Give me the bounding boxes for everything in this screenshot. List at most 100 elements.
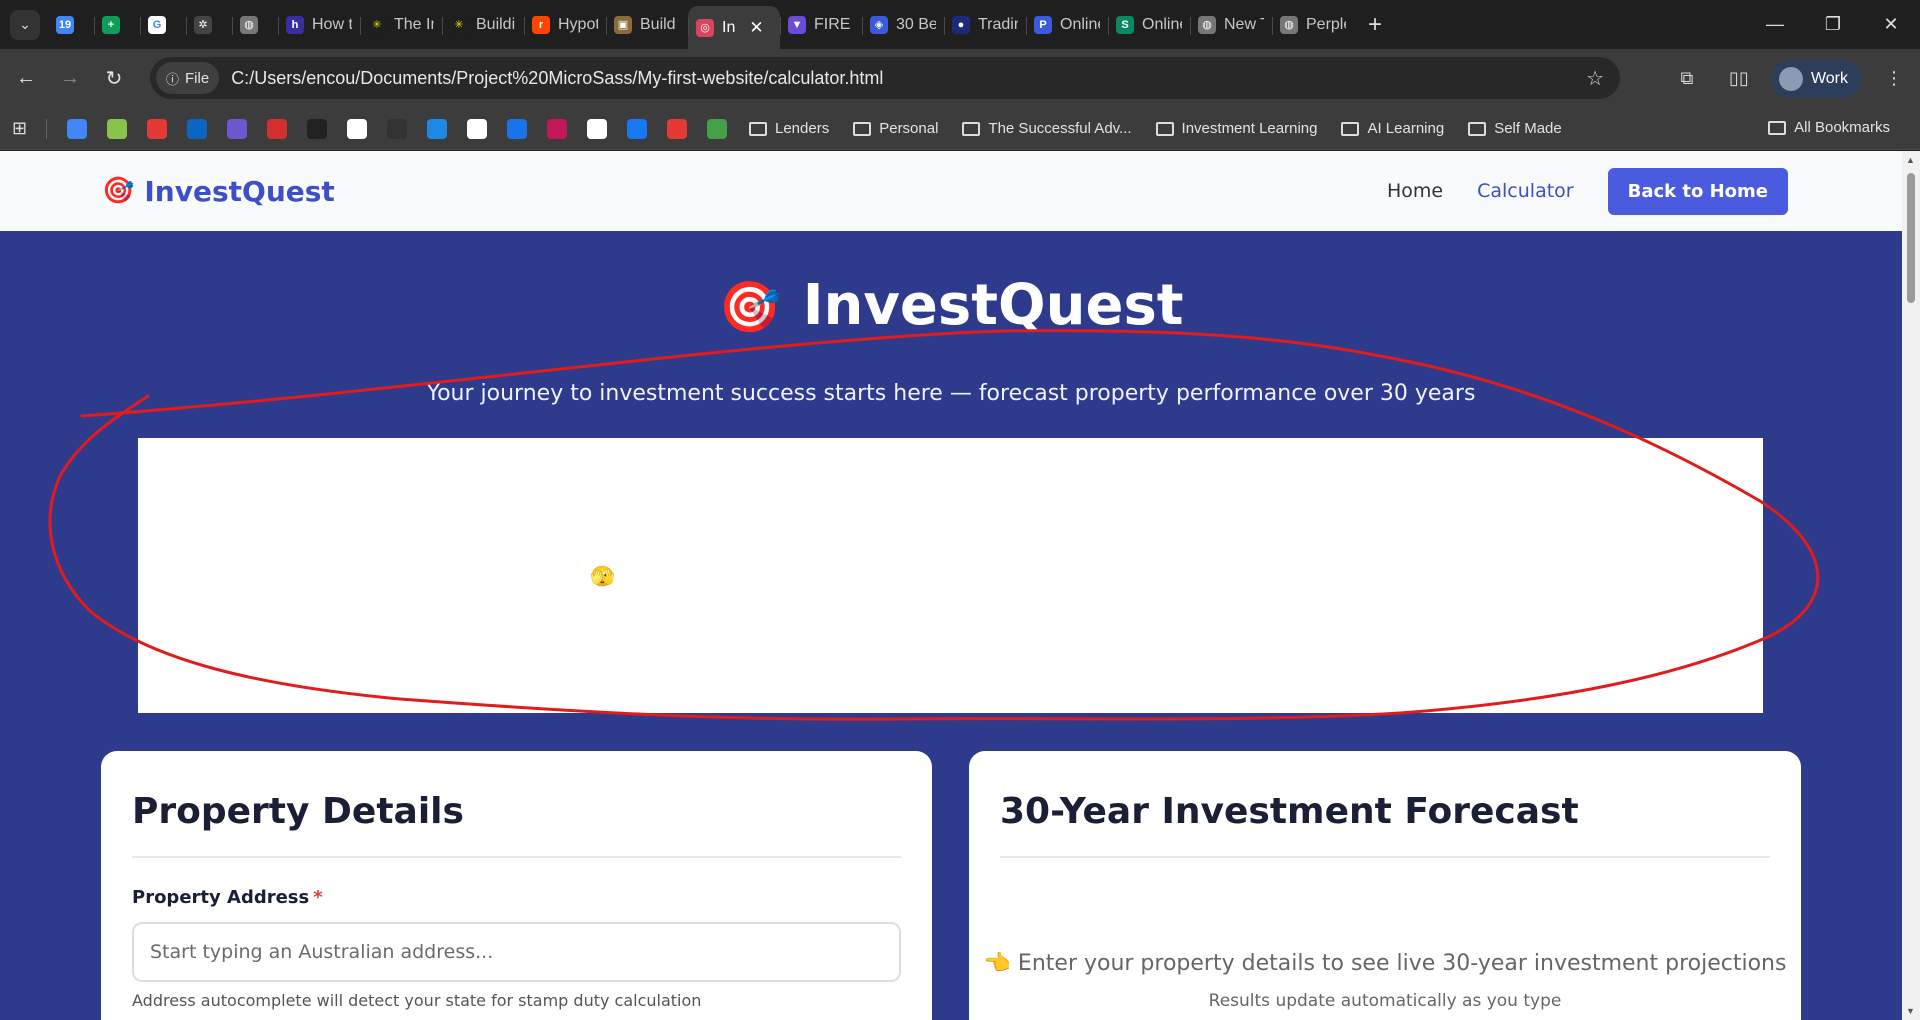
bookmark-favicon-icon[interactable] — [507, 118, 527, 139]
bookmark-folders: Lenders Personal The Successful Adv... Inve… — [737, 120, 1574, 137]
all-bookmarks-folder[interactable]: All Bookmarks — [1768, 119, 1890, 136]
tab-favicon-icon: G — [148, 15, 166, 34]
nav-home-link[interactable]: Home — [1387, 180, 1443, 202]
bookmark-folder[interactable]: Personal — [853, 120, 938, 137]
browser-tab[interactable]: h How t — [278, 5, 360, 45]
window-controls: — ❐ ✕ — [1746, 0, 1920, 49]
bookmark-favicon-icon[interactable] — [387, 118, 407, 139]
bookmark-favicon-icon[interactable] — [547, 118, 567, 139]
menu-icon[interactable]: ⋮ — [1874, 59, 1914, 99]
scroll-up-icon[interactable]: ▲ — [1906, 155, 1915, 165]
bookmark-folder-label: Personal — [879, 120, 939, 137]
address-hint: Address autocomplete will detect your st… — [132, 991, 702, 1010]
profile-label: Work — [1810, 69, 1848, 87]
back-arrow-icon[interactable]: ← — [8, 61, 44, 97]
browser-tab[interactable]: ◍ — [232, 5, 278, 45]
info-icon: ⓘ — [166, 71, 180, 87]
blank-content-box: 🫣 — [138, 438, 1763, 713]
browser-tab[interactable]: ● Tradin — [944, 5, 1026, 45]
tab-search-button[interactable]: ⌄ — [10, 9, 40, 40]
tab-active[interactable]: ◎ In ✕ — [688, 6, 780, 49]
address-bar[interactable]: ⓘ File C:/Users/encou/Documents/Project%… — [150, 57, 1620, 99]
site-info-chip[interactable]: ⓘ File — [156, 62, 220, 94]
bookmark-folder[interactable]: Lenders — [749, 120, 829, 137]
bookmark-folder-label: The Successful Adv... — [988, 120, 1132, 137]
tab-title: Tradin — [978, 15, 1018, 33]
extensions-icon[interactable]: ⧉ — [1667, 59, 1707, 99]
bookmark-favicon-icon[interactable] — [147, 118, 167, 139]
bookmark-folder[interactable]: The Successful Adv... — [962, 120, 1132, 137]
browser-tab-bar: ⌄ 19 + G ✲ ◍ h How t ✳ The In ✳ Buildin r Hypot ▣ Buil… — [0, 0, 1920, 49]
bookmark-favicon-icon[interactable] — [347, 118, 367, 139]
bookmark-favicon-icon[interactable] — [627, 118, 647, 139]
avatar — [1778, 66, 1803, 91]
reading-mode-icon[interactable]: ▯▯ — [1719, 59, 1759, 99]
tab-title: Online — [1142, 15, 1182, 33]
bookmark-favicon-icon[interactable] — [467, 118, 487, 139]
bookmark-favicon-icon[interactable] — [267, 118, 287, 139]
site-logo[interactable]: 🎯 InvestQuest — [102, 175, 335, 208]
browser-tab[interactable]: r Hypot — [524, 5, 606, 45]
forward-arrow-icon[interactable]: → — [52, 61, 88, 97]
browser-tab[interactable]: ▣ Build S — [606, 5, 688, 45]
tab-favicon-icon: ◍ — [1280, 15, 1298, 34]
tab-title: The In — [394, 15, 434, 33]
hero-title: 🎯 InvestQuest — [0, 273, 1902, 338]
bookmark-favicon-icon[interactable] — [107, 118, 127, 139]
bookmark-favicon-icon[interactable] — [307, 118, 327, 139]
profile-button[interactable]: Work — [1770, 59, 1862, 98]
back-to-home-button[interactable]: Back to Home — [1607, 167, 1788, 215]
new-tab-button[interactable]: + — [1368, 11, 1382, 39]
tab-strip: 19 + G ✲ ◍ h How t ✳ The In ✳ Buildin r Hypot ▣ Build … — [48, 0, 1354, 49]
bookmark-favicon-icon[interactable] — [187, 118, 207, 139]
browser-tab[interactable]: P Online — [1026, 5, 1108, 45]
browser-tab[interactable]: S Online — [1108, 5, 1190, 45]
divider — [46, 118, 47, 139]
tab-title: Hypot — [558, 15, 598, 33]
required-mark: * — [313, 887, 323, 908]
page-scrollbar[interactable]: ▲ ▼ — [1902, 151, 1920, 1020]
minimize-icon[interactable]: — — [1746, 0, 1804, 49]
bookmark-folder[interactable]: AI Learning — [1341, 120, 1444, 137]
close-window-icon[interactable]: ✕ — [1862, 0, 1920, 49]
scrollbar-thumb[interactable] — [1907, 173, 1915, 303]
url-text[interactable]: C:/Users/encou/Documents/Project%20Micro… — [231, 68, 883, 89]
scroll-down-icon[interactable]: ▼ — [1906, 1006, 1915, 1016]
bookmark-star-icon[interactable]: ☆ — [1586, 66, 1604, 91]
bookmark-folder-label: Self Made — [1494, 120, 1562, 137]
bookmark-icons — [57, 118, 737, 139]
file-chip-label: File — [185, 69, 210, 87]
browser-tab[interactable]: ◍ Perple — [1272, 5, 1354, 45]
bookmark-favicon-icon[interactable] — [707, 118, 727, 139]
apps-grid-icon[interactable]: ⊞ — [12, 118, 36, 139]
tab-favicon-icon: ◍ — [240, 15, 258, 34]
nav-calculator-link[interactable]: Calculator — [1477, 180, 1573, 202]
peeking-face-icon: 🫣 — [590, 564, 615, 588]
folder-icon — [853, 121, 872, 136]
browser-tab[interactable]: G — [140, 5, 186, 45]
browser-tab[interactable]: + — [94, 5, 140, 45]
browser-tab[interactable]: ◍ New T — [1190, 5, 1272, 45]
reload-icon[interactable]: ↻ — [96, 61, 132, 97]
browser-tab[interactable]: ✳ The In — [360, 5, 442, 45]
bookmark-favicon-icon[interactable] — [67, 118, 87, 139]
address-input[interactable] — [132, 922, 901, 982]
bookmark-favicon-icon[interactable] — [587, 118, 607, 139]
bookmark-folder[interactable]: Investment Learning — [1155, 120, 1317, 137]
bookmark-folder[interactable]: Self Made — [1468, 120, 1562, 137]
tab-title: In — [722, 18, 736, 36]
browser-tab[interactable]: 19 — [48, 5, 94, 45]
tab-title: New T — [1224, 15, 1264, 33]
bookmark-favicon-icon[interactable] — [227, 118, 247, 139]
tab-title: Perple — [1306, 15, 1346, 33]
bookmark-favicon-icon[interactable] — [667, 118, 687, 139]
browser-tab[interactable]: ✲ — [186, 5, 232, 45]
restore-icon[interactable]: ❐ — [1804, 0, 1862, 49]
bookmark-favicon-icon[interactable] — [427, 118, 447, 139]
browser-tab[interactable]: ▼ FIRE C — [780, 5, 862, 45]
tab-title: Buildin — [476, 15, 516, 33]
tab-favicon-icon: ◍ — [1198, 15, 1216, 34]
browser-tab[interactable]: ◈ 30 Bes — [862, 5, 944, 45]
browser-tab[interactable]: ✳ Buildin — [442, 5, 524, 45]
tab-close-icon[interactable]: ✕ — [749, 18, 763, 38]
